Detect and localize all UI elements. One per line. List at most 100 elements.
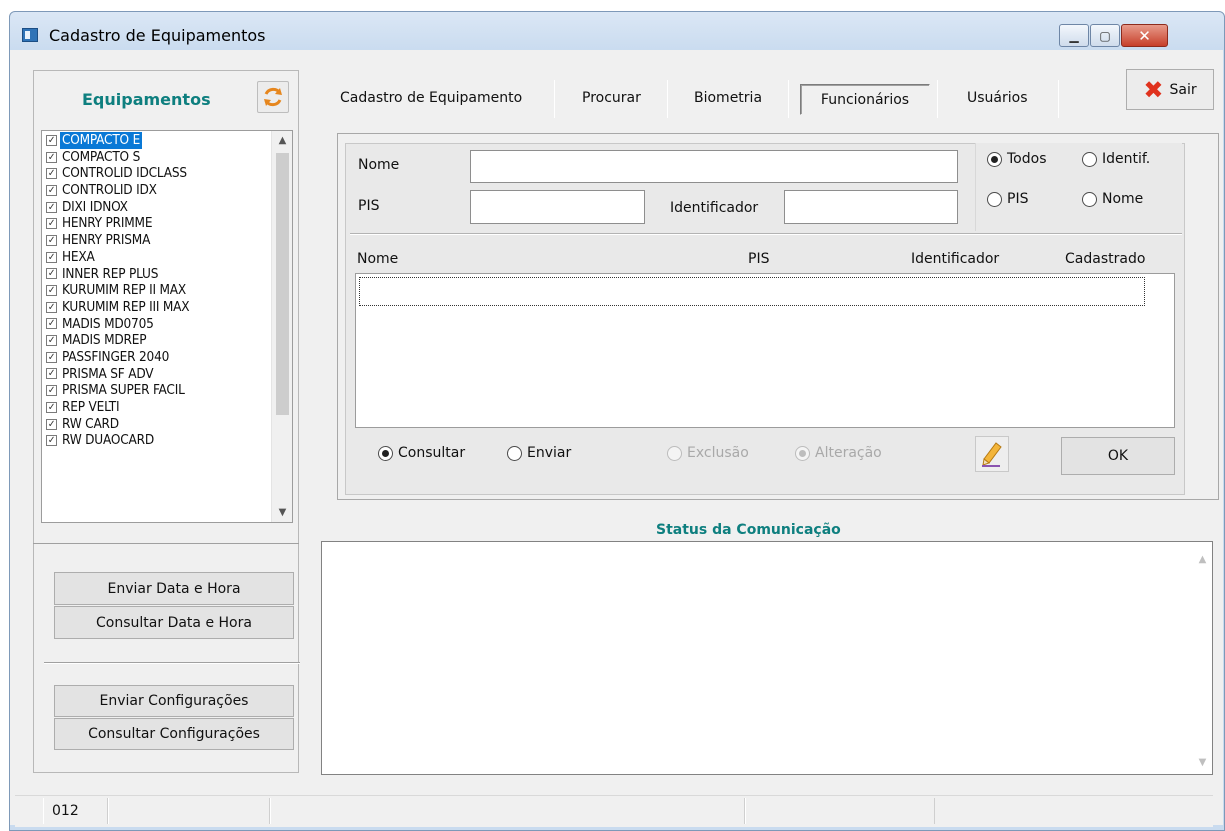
scroll-up-icon[interactable]: ▲ (272, 135, 292, 146)
tab-biometria[interactable]: Biometria (694, 90, 762, 106)
radio-dot (667, 445, 682, 461)
equipment-item[interactable]: ✓ KURUMIM REP II MAX (42, 282, 271, 299)
tab-cadastro-equipamento[interactable]: Cadastro de Equipamento (340, 90, 522, 106)
equipment-checkbox[interactable]: ✓ (46, 301, 57, 313)
edit-button[interactable] (975, 436, 1009, 472)
statusbar-cell-1: 012 (43, 798, 108, 824)
equipment-list-scrollbar[interactable]: ▲ ▼ (271, 131, 292, 522)
pis-input[interactable] (470, 190, 645, 224)
equipment-item[interactable]: ✓ COMPACTO S (42, 149, 271, 166)
radio-nome[interactable]: Nome (1082, 191, 1143, 207)
query-config-button[interactable]: Consultar Configurações (54, 718, 294, 750)
exit-button[interactable]: ✖ Sair (1126, 69, 1214, 110)
equipment-checkbox[interactable]: ✓ (46, 218, 57, 230)
equipment-item[interactable]: ✓ HENRY PRISMA (42, 232, 271, 249)
radio-identif[interactable]: Identif. (1082, 151, 1150, 167)
equipment-checkbox[interactable]: ✓ (46, 418, 57, 430)
refresh-button[interactable] (257, 81, 289, 113)
equipment-list[interactable]: ✓ COMPACTO E ✓ COMPACTO S ✓ CONTROLID IDCLASS… (41, 130, 293, 523)
equipment-item[interactable]: ✓ MADIS MDREP (42, 332, 271, 349)
equipment-checkbox[interactable]: ✓ (46, 335, 57, 347)
equipment-checkbox[interactable]: ✓ (46, 351, 57, 363)
identificador-input[interactable] (784, 190, 958, 224)
ok-button[interactable]: OK (1061, 437, 1175, 475)
equipment-checkbox[interactable]: ✓ (46, 201, 57, 213)
equipment-item[interactable]: ✓ CONTROLID IDX (42, 182, 271, 199)
equipment-item[interactable]: ✓ RW CARD (42, 416, 271, 433)
equipment-item[interactable]: ✓ RW DUAOCARD (42, 432, 271, 449)
equipment-item[interactable]: ✓ COMPACTO E (42, 132, 271, 149)
column-nome[interactable]: Nome (357, 251, 398, 267)
radio-consultar[interactable]: Consultar (378, 445, 465, 461)
radio-pis-label: PIS (1007, 191, 1029, 207)
divider (33, 543, 299, 544)
equipment-item[interactable]: ✓ CONTROLID IDCLASS (42, 165, 271, 182)
refresh-icon (264, 87, 282, 107)
scroll-down-icon[interactable]: ▼ (1192, 757, 1213, 768)
equipment-checkbox[interactable]: ✓ (46, 368, 57, 380)
equipment-checkbox[interactable]: ✓ (46, 251, 57, 263)
employees-grid[interactable] (355, 273, 1175, 428)
scroll-up-icon[interactable]: ▲ (1192, 554, 1213, 565)
tab-funcionarios[interactable]: Funcionários (800, 84, 930, 115)
equipment-item[interactable]: ✓ PRISMA SF ADV (42, 366, 271, 383)
window-title: Cadastro de Equipamentos (49, 26, 266, 45)
equipment-label: RW DUAOCARD (62, 432, 155, 449)
tab-usuarios[interactable]: Usuários (967, 90, 1028, 106)
grid-divider (350, 233, 1182, 235)
equipment-checkbox[interactable]: ✓ (46, 268, 57, 280)
radio-todos[interactable]: Todos (987, 151, 1046, 167)
equipment-label: DIXI IDNOX (62, 198, 128, 215)
status-log[interactable]: ▲ ▼ (321, 541, 1213, 775)
nome-input[interactable] (470, 150, 958, 183)
equipment-label: KURUMIM REP II MAX (62, 282, 187, 299)
equipment-item[interactable]: ✓ INNER REP PLUS (42, 266, 271, 283)
radio-dot (987, 151, 1002, 167)
send-config-button[interactable]: Enviar Configurações (54, 685, 294, 717)
equipment-item[interactable]: ✓ REP VELTI (42, 399, 271, 416)
equipment-checkbox[interactable]: ✓ (46, 401, 57, 413)
query-datetime-button[interactable]: Consultar Data e Hora (54, 606, 294, 639)
scrollbar-thumb[interactable] (276, 153, 289, 415)
equipment-item[interactable]: ✓ KURUMIM REP III MAX (42, 299, 271, 316)
radio-enviar[interactable]: Enviar (507, 445, 571, 461)
radio-dot (1082, 151, 1097, 167)
equipment-checkbox[interactable]: ✓ (46, 184, 57, 196)
equipment-item[interactable]: ✓ HENRY PRIMME (42, 215, 271, 232)
maximize-button[interactable]: ▢ (1090, 24, 1120, 47)
equipment-checkbox[interactable]: ✓ (46, 318, 57, 330)
equipment-checkbox[interactable]: ✓ (46, 385, 57, 397)
tab-separator (554, 80, 555, 118)
equipment-label: COMPACTO E (60, 132, 143, 149)
equipment-item[interactable]: ✓ HEXA (42, 249, 271, 266)
radio-dot (795, 445, 810, 461)
equipment-checkbox[interactable]: ✓ (46, 151, 57, 163)
column-cadastrado[interactable]: Cadastrado (1065, 251, 1145, 267)
equipment-label: CONTROLID IDCLASS (62, 165, 187, 182)
equipment-checkbox[interactable]: ✓ (46, 285, 57, 297)
column-pis[interactable]: PIS (748, 251, 769, 267)
equipment-label: PRISMA SUPER FACIL (62, 382, 185, 399)
equipment-item[interactable]: ✓ PRISMA SUPER FACIL (42, 382, 271, 399)
tab-separator (937, 80, 938, 118)
minimize-icon: ▁ (1069, 28, 1079, 43)
statusbar-cell-2 (108, 798, 270, 824)
radio-pis[interactable]: PIS (987, 191, 1028, 207)
minimize-button[interactable]: ▁ (1059, 24, 1089, 47)
status-scrollbar[interactable]: ▲ ▼ (1192, 542, 1212, 774)
equipment-item[interactable]: ✓ DIXI IDNOX (42, 199, 271, 216)
tab-procurar[interactable]: Procurar (582, 90, 641, 106)
scroll-down-icon[interactable]: ▼ (272, 507, 292, 518)
equipment-checkbox[interactable]: ✓ (46, 168, 57, 180)
equipment-item[interactable]: ✓ PASSFINGER 2040 (42, 349, 271, 366)
equipment-checkbox[interactable]: ✓ (46, 134, 57, 146)
close-button[interactable]: ✕ (1121, 24, 1168, 47)
column-identificador[interactable]: Identificador (911, 251, 999, 267)
equipment-item[interactable]: ✓ MADIS MD0705 (42, 316, 271, 333)
pis-label: PIS (358, 198, 380, 214)
send-datetime-button[interactable]: Enviar Data e Hora (54, 572, 294, 605)
close-icon: ✕ (1138, 26, 1151, 45)
grid-focus-row[interactable] (359, 277, 1145, 306)
equipment-checkbox[interactable]: ✓ (46, 435, 57, 447)
equipment-checkbox[interactable]: ✓ (46, 234, 57, 246)
